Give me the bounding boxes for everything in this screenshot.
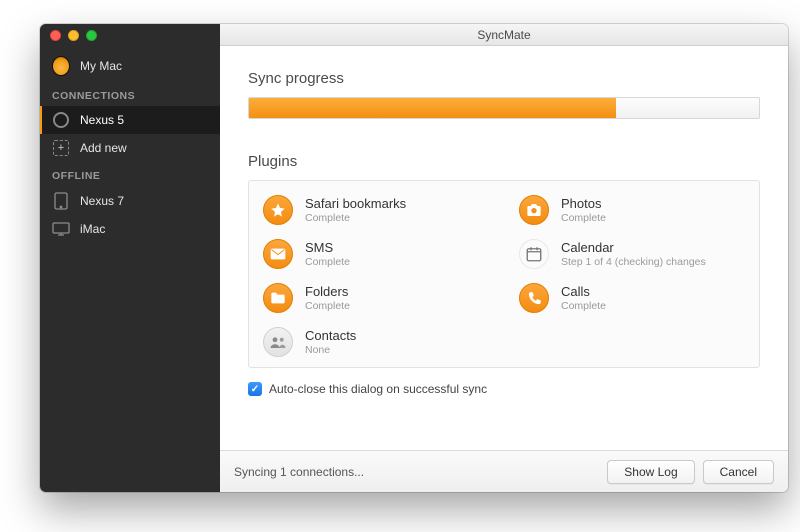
- calendar-icon: [519, 239, 549, 269]
- autoclose-row[interactable]: ✓ Auto-close this dialog on successful s…: [248, 382, 760, 396]
- plugin-name: Calendar: [561, 240, 706, 255]
- plugins-box: Safari bookmarksCompletePhotosCompleteSM…: [248, 180, 760, 368]
- window-controls: [40, 24, 220, 46]
- plugin-name: SMS: [305, 240, 350, 255]
- plus-icon: +: [52, 140, 70, 156]
- plugin-name: Safari bookmarks: [305, 196, 406, 211]
- sidebar: My Mac CONNECTIONS Nexus 5 + Add new OFF…: [40, 24, 220, 492]
- minimize-window-button[interactable]: [68, 30, 79, 41]
- plugin-item[interactable]: FoldersComplete: [263, 283, 489, 313]
- contacts-icon: [263, 327, 293, 357]
- sidebar-item-mymac[interactable]: My Mac: [40, 46, 220, 82]
- footer-status: Syncing 1 connections...: [234, 465, 364, 479]
- plugin-item[interactable]: PhotosComplete: [519, 195, 745, 225]
- sidebar-item-imac[interactable]: iMac: [40, 216, 220, 242]
- folder-icon: [263, 283, 293, 313]
- sidebar-item-label: iMac: [80, 222, 105, 236]
- plugin-name: Folders: [305, 284, 350, 299]
- plugin-name: Contacts: [305, 328, 356, 343]
- sidebar-header-offline: OFFLINE: [40, 162, 220, 186]
- mail-icon: [263, 239, 293, 269]
- footer: Syncing 1 connections... Show Log Cancel: [220, 450, 788, 492]
- plugin-status: Complete: [305, 256, 350, 268]
- camera-icon: [519, 195, 549, 225]
- plugin-status: Complete: [305, 212, 406, 224]
- main-panel: SyncMate Sync progress Plugins Safari bo…: [220, 24, 788, 492]
- plugin-status: None: [305, 344, 356, 356]
- sidebar-item-label: Nexus 7: [80, 194, 124, 208]
- plugin-status: Complete: [561, 212, 606, 224]
- plugin-item[interactable]: ContactsNone: [263, 327, 489, 357]
- avatar-icon: [52, 56, 70, 76]
- plugin-item[interactable]: CallsComplete: [519, 283, 745, 313]
- app-window: My Mac CONNECTIONS Nexus 5 + Add new OFF…: [40, 24, 788, 492]
- sidebar-item-nexus7[interactable]: Nexus 7: [40, 186, 220, 216]
- star-icon: [263, 195, 293, 225]
- tablet-icon: [52, 192, 70, 210]
- plugin-item[interactable]: CalendarStep 1 of 4 (checking) changes: [519, 239, 745, 269]
- progress-bar: [248, 97, 760, 119]
- plugin-status: Step 1 of 4 (checking) changes: [561, 256, 706, 268]
- sidebar-header-connections: CONNECTIONS: [40, 82, 220, 106]
- plugin-item[interactable]: Safari bookmarksComplete: [263, 195, 489, 225]
- plugin-status: Complete: [561, 300, 606, 312]
- sidebar-item-label: Add new: [80, 141, 127, 155]
- sync-progress-title: Sync progress: [248, 70, 760, 87]
- plugin-name: Photos: [561, 196, 606, 211]
- sidebar-item-label: Nexus 5: [80, 113, 124, 127]
- sidebar-item-nexus5[interactable]: Nexus 5: [40, 106, 220, 134]
- window-title: SyncMate: [477, 28, 530, 42]
- progress-fill: [249, 98, 616, 118]
- sync-ring-icon: [52, 112, 70, 128]
- plugin-name: Calls: [561, 284, 606, 299]
- plugin-status: Complete: [305, 300, 350, 312]
- plugins-title: Plugins: [248, 153, 760, 170]
- close-window-button[interactable]: [50, 30, 61, 41]
- cancel-button[interactable]: Cancel: [703, 460, 774, 484]
- title-bar: SyncMate: [220, 24, 788, 46]
- show-log-button[interactable]: Show Log: [607, 460, 694, 484]
- plugin-item[interactable]: SMSComplete: [263, 239, 489, 269]
- maximize-window-button[interactable]: [86, 30, 97, 41]
- sidebar-item-label: My Mac: [80, 59, 122, 73]
- sidebar-item-addnew[interactable]: + Add new: [40, 134, 220, 162]
- desktop-icon: [52, 222, 70, 236]
- phone-icon: [519, 283, 549, 313]
- autoclose-label: Auto-close this dialog on successful syn…: [269, 382, 487, 396]
- autoclose-checkbox[interactable]: ✓: [248, 382, 262, 396]
- content: Sync progress Plugins Safari bookmarksCo…: [220, 46, 788, 450]
